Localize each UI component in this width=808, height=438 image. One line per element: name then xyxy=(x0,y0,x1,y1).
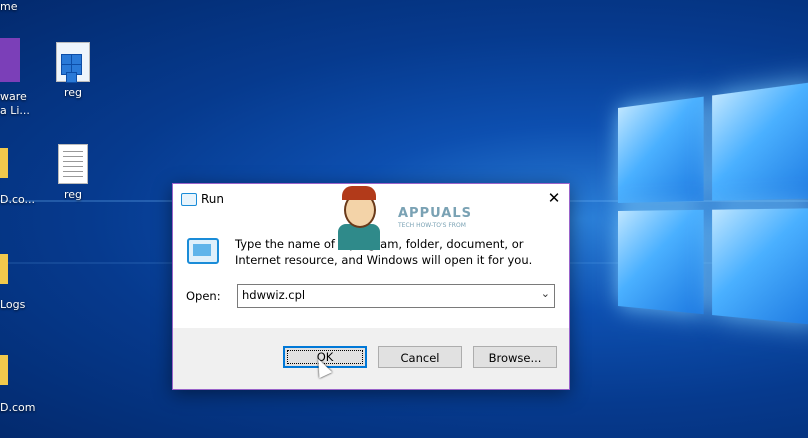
folder-icon[interactable] xyxy=(0,148,8,178)
run-program-icon xyxy=(187,238,219,264)
app-icon[interactable] xyxy=(0,38,20,82)
logo-pane xyxy=(712,208,808,326)
desktop-label-partial: me xyxy=(0,0,18,13)
desktop-icon-label: reg xyxy=(63,86,83,99)
appuals-watermark: APPUALS TECH HOW-TO'S FROM xyxy=(330,186,472,256)
desktop-label-partial: D.com xyxy=(0,401,36,414)
desktop-icon-label: reg xyxy=(63,188,83,201)
folder-icon[interactable] xyxy=(0,254,8,284)
close-button[interactable]: ✕ xyxy=(539,184,569,214)
desktop-icon-reg-registry[interactable]: reg xyxy=(33,42,113,100)
logo-pane xyxy=(618,96,704,203)
browse-label: Browse... xyxy=(488,351,542,365)
logo-pane xyxy=(712,81,808,201)
watermark-subtext: TECH HOW-TO'S FROM xyxy=(398,222,466,229)
watermark-text: APPUALS xyxy=(398,206,472,221)
document-icon xyxy=(55,144,91,184)
desktop-label-partial: ware xyxy=(0,90,27,103)
open-input[interactable]: hdwwiz.cpl xyxy=(242,288,305,302)
logo-pane xyxy=(618,209,704,315)
open-combobox[interactable]: hdwwiz.cpl ⌄ xyxy=(237,284,555,308)
cancel-label: Cancel xyxy=(400,351,440,365)
windows-logo xyxy=(618,79,808,367)
desktop-icon-reg-document[interactable]: reg xyxy=(33,144,113,202)
cancel-button[interactable]: Cancel xyxy=(378,346,462,368)
open-label: Open: xyxy=(186,289,221,303)
registry-icon xyxy=(55,42,91,83)
dialog-title: Run xyxy=(201,192,225,206)
desktop-label-partial: Logs xyxy=(0,298,26,311)
run-icon xyxy=(181,193,197,206)
folder-icon[interactable] xyxy=(0,355,8,385)
browse-button[interactable]: Browse... xyxy=(473,346,557,368)
chevron-down-icon[interactable]: ⌄ xyxy=(541,287,550,300)
desktop-label-partial: a Li... xyxy=(0,104,30,117)
desktop-label-partial: D.co... xyxy=(0,193,36,206)
